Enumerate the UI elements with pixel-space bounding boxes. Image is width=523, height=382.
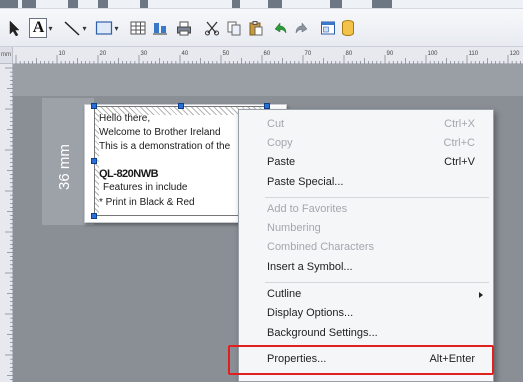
menu-item-label: Display Options... [267, 307, 354, 319]
toolbar-strip-icon[interactable] [22, 0, 36, 8]
ruler-label: 100 [428, 51, 439, 57]
ruler-label: 20 [100, 51, 107, 57]
drawing-toolbar: A ▾ ▾ ▾ [0, 9, 523, 47]
menu-item-label: Cutline [267, 288, 302, 300]
vertical-ruler [0, 64, 13, 382]
menu-item-combined-characters[interactable]: Combined Characters [239, 239, 493, 258]
ruler-label: 40 [182, 51, 189, 57]
label-line: * Print in Black & Red [99, 197, 195, 208]
ruler-label: 50 [223, 51, 230, 57]
menu-item-cutline[interactable]: Cutline [239, 286, 493, 305]
menu-item-display-options[interactable]: Display Options... [239, 305, 493, 324]
menu-separator [265, 282, 489, 283]
menu-item-paste[interactable]: Paste Ctrl+V [239, 154, 493, 173]
align-icon[interactable] [150, 17, 170, 39]
chevron-down-icon[interactable]: ▾ [82, 24, 86, 33]
menu-item-shortcut: Ctrl+X [444, 118, 475, 130]
ruler-label: 80 [346, 51, 353, 57]
ruler-label: 120 [510, 51, 521, 57]
copy-icon[interactable] [224, 17, 244, 39]
menu-item-label: Paste [267, 156, 296, 168]
chevron-down-icon[interactable]: ▾ [114, 24, 118, 33]
menu-item-insert-symbol[interactable]: Insert a Symbol... [239, 259, 493, 278]
menu-item-shortcut: Ctrl+V [444, 156, 475, 168]
pointer-arrow-icon[interactable] [6, 17, 24, 39]
menu-item-label: Cut [267, 118, 285, 130]
p-touch-editor-window: A ▾ ▾ ▾ 10 20 30 40 50 60 70 80 90 100 1… [0, 0, 523, 382]
selection-handle[interactable] [91, 158, 97, 164]
selection-handle[interactable] [91, 103, 97, 109]
toolbar-strip-icon[interactable] [232, 0, 240, 8]
selection-handle[interactable] [178, 103, 184, 109]
rectangle-tool-button[interactable]: ▾ [92, 17, 122, 39]
line-tool-icon [64, 21, 80, 36]
toolbar-strip-icon[interactable] [140, 0, 148, 8]
ruler-label: 60 [264, 51, 271, 57]
text-tool-button[interactable]: A ▾ [26, 17, 56, 39]
toolbar-strip-icon[interactable] [98, 0, 108, 8]
menu-item-label: Add to Favorites [267, 203, 348, 215]
ruler-label: 110 [469, 51, 479, 57]
menu-item-label: Insert a Symbol... [267, 261, 353, 273]
menu-item-background-settings[interactable]: Background Settings... [239, 325, 493, 344]
window-icon[interactable] [318, 17, 338, 39]
ruler-label: 70 [305, 51, 312, 57]
menu-item-label: Combined Characters [267, 241, 374, 253]
redo-icon[interactable] [292, 17, 312, 39]
ruler-ticks [5, 67, 13, 380]
menu-item-copy[interactable]: Copy Ctrl+C [239, 135, 493, 154]
database-icon[interactable] [338, 17, 358, 39]
undo-icon[interactable] [270, 17, 290, 39]
ruler-label: 90 [387, 51, 394, 57]
paste-icon[interactable] [246, 17, 266, 39]
ruler-label: 10 [59, 51, 66, 57]
context-menu: Cut Ctrl+X Copy Ctrl+C Paste Ctrl+V Past… [238, 109, 494, 382]
toolbar-strip-icon[interactable] [0, 0, 18, 8]
cut-icon[interactable] [202, 17, 222, 39]
top-toolbar-strip [0, 0, 523, 9]
rectangle-tool-icon [96, 21, 113, 35]
menu-item-label: Copy [267, 137, 293, 149]
label-line-bold: QL-820NWB [99, 168, 159, 180]
table-tool-icon[interactable] [128, 17, 148, 39]
print-icon[interactable] [174, 17, 194, 39]
menu-item-label: Numbering [267, 222, 321, 234]
toolbar-strip-icon[interactable] [68, 0, 78, 8]
label-line: Welcome to Brother Ireland [99, 127, 221, 138]
menu-separator [265, 197, 489, 198]
label-line: Hello there, [99, 113, 151, 124]
selection-handle[interactable] [91, 213, 97, 219]
menu-item-paste-special[interactable]: Paste Special... [239, 174, 493, 193]
horizontal-ruler: 10 20 30 40 50 60 70 80 90 100 110 120 [0, 47, 523, 64]
canvas-band [13, 64, 523, 96]
ruler-ticks: 10 20 30 40 50 60 70 80 90 100 110 120 [15, 51, 521, 64]
menu-item-label: Paste Special... [267, 176, 344, 188]
menu-item-label: Background Settings... [267, 327, 378, 339]
label-line: Features in include [103, 182, 188, 193]
ruler-unit: mm [0, 47, 13, 64]
text-tool-icon: A [29, 18, 48, 38]
toolbar-strip-icon[interactable] [372, 0, 392, 8]
label-line: This is a demonstration of the [99, 141, 231, 152]
toolbar-strip-icon[interactable] [330, 0, 342, 8]
menu-item-add-to-favorites[interactable]: Add to Favorites [239, 201, 493, 220]
chevron-down-icon[interactable]: ▾ [48, 24, 52, 33]
submenu-arrow-icon [479, 292, 483, 298]
menu-item-cut[interactable]: Cut Ctrl+X [239, 116, 493, 135]
line-tool-button[interactable]: ▾ [60, 17, 90, 39]
properties-highlight-box [228, 345, 494, 375]
menu-item-numbering[interactable]: Numbering [239, 220, 493, 239]
ruler-label: 30 [141, 51, 148, 57]
tape-width-label: 36 mm [56, 144, 73, 190]
menu-item-shortcut: Ctrl+C [443, 137, 475, 149]
toolbar-strip-icon[interactable] [268, 0, 282, 8]
